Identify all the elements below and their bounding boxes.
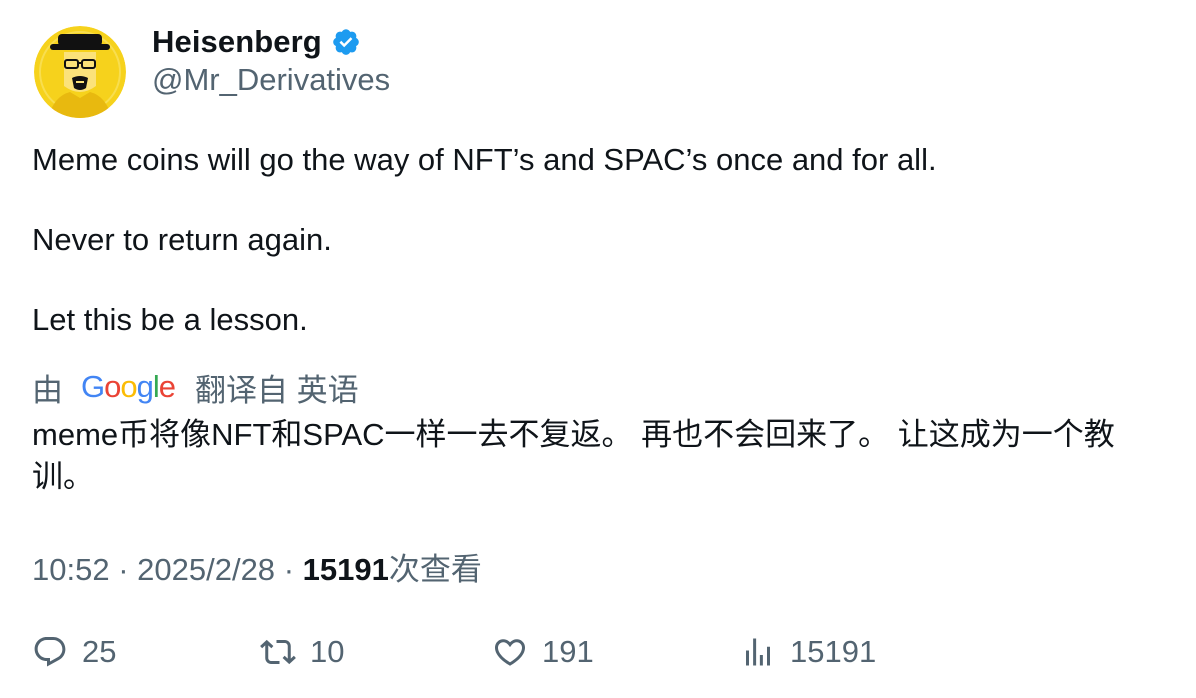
google-logo: Google [81, 369, 176, 404]
translation-suffix: 翻译自 英语 [195, 372, 359, 408]
reply-button[interactable]: 25 [32, 632, 116, 672]
translation-attribution[interactable]: 由 Google 翻译自 英语 [32, 367, 359, 408]
translated-text: meme币将像NFT和SPAC一样一去不复返。 再也不会回来了。 让这成为一个教… [32, 417, 1115, 494]
views-action-count: 15191 [790, 634, 877, 669]
views-count: 15191 [302, 552, 389, 587]
translation-prefix: 由 [32, 372, 63, 408]
analytics-icon [746, 638, 770, 666]
heart-icon [494, 639, 526, 666]
tweet-card: Heisenberg @Mr_Derivatives Meme coins wi… [0, 0, 1196, 698]
tweet-date[interactable]: 2025/2/28 [137, 552, 275, 587]
tweet-time[interactable]: 10:52 [32, 552, 110, 587]
meta-separator: · [283, 552, 303, 587]
views-label: 次查看 [388, 552, 482, 587]
like-button[interactable]: 191 [492, 632, 594, 672]
author-name-row[interactable]: Heisenberg [152, 22, 361, 62]
tweet-meta: 10:52 · 2025/2/28 · 15191次查看 [32, 544, 482, 589]
retweet-count: 10 [310, 634, 345, 669]
retweet-button[interactable]: 10 [260, 632, 344, 672]
tweet-text-line: Let this be a lesson. [32, 302, 308, 337]
views-button[interactable]: 15191 [740, 632, 876, 672]
reply-count: 25 [82, 634, 117, 669]
meta-separator: · [118, 552, 138, 587]
verified-badge-icon [331, 27, 361, 57]
display-name[interactable]: Heisenberg [152, 24, 322, 60]
user-handle[interactable]: @Mr_Derivatives [152, 62, 390, 98]
tweet-text-line: Meme coins will go the way of NFT’s and … [32, 142, 937, 177]
heisenberg-avatar-icon [34, 26, 126, 118]
like-count: 191 [542, 634, 594, 669]
retweet-icon [260, 639, 296, 665]
tweet-text-line: Never to return again. [32, 222, 332, 257]
avatar[interactable] [34, 26, 126, 118]
reply-icon [34, 637, 66, 667]
